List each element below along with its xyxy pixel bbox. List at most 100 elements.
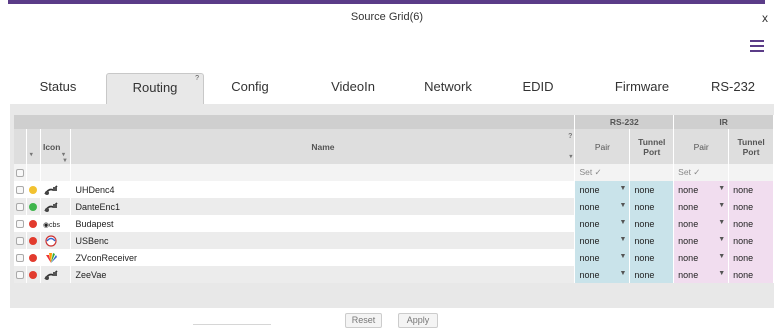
name-help-icon[interactable]: ?	[568, 133, 572, 140]
table-row[interactable]: USBenc none ▼ none none ▼ none	[14, 232, 774, 249]
column-header-row: ▾ Icon ▾ ▼ Name ? ▾ Pair Tunnel Port Pai…	[14, 129, 774, 164]
name-col-label: Name	[311, 141, 335, 152]
chevron-down-icon: ▼	[718, 219, 726, 226]
rs232-tunnel-port[interactable]: none	[629, 215, 675, 232]
rs232-pair-select[interactable]: none ▼	[574, 215, 631, 232]
rs232-pair-header[interactable]: Pair	[574, 129, 631, 164]
help-icon[interactable]: ?	[195, 65, 199, 93]
select-all-checkbox[interactable]	[16, 169, 24, 178]
divider	[193, 324, 271, 329]
table-row[interactable]: ◉cbs Budapest none ▼ none none ▼ none	[14, 215, 774, 232]
table-row[interactable]: DanteEnc1 none ▼ none none ▼ none	[14, 198, 774, 215]
chevron-down-icon: ▼	[718, 236, 726, 243]
rs232-pair-select[interactable]: none ▼	[574, 198, 631, 215]
row-checkbox[interactable]	[16, 271, 24, 280]
ir-pair-value: none	[678, 201, 699, 212]
rs232-group-header: RS-232	[574, 115, 675, 129]
ir-pair-select[interactable]: none ▼	[673, 249, 730, 266]
table-row[interactable]: UHDenc4 none ▼ none none ▼ none	[14, 181, 774, 198]
rs232-pair-select[interactable]: none ▼	[574, 249, 631, 266]
rs232-tunnel-port[interactable]: none	[629, 181, 675, 198]
source-name: Budapest	[70, 215, 576, 232]
status-indicator	[29, 237, 38, 246]
ir-tunnel-port[interactable]: none	[728, 181, 774, 198]
ir-pair-value: none	[678, 269, 699, 280]
chevron-down-icon: ▼	[619, 236, 627, 243]
source-name: ZeeVae	[70, 266, 576, 283]
name-col-header[interactable]: Name ? ▾	[70, 129, 576, 164]
rs232-tunnel-port[interactable]: none	[629, 232, 675, 249]
ir-pair-select[interactable]: none ▼	[673, 198, 730, 215]
ir-pair-select[interactable]: none ▼	[673, 215, 730, 232]
rs232-tunnel-port[interactable]: none	[629, 249, 675, 266]
chevron-down-icon: ▼	[619, 219, 627, 226]
tab-rs232[interactable]: RS-232	[698, 73, 768, 105]
icon-col-label: Icon	[42, 141, 61, 152]
cnn-logo-icon	[43, 234, 59, 247]
ir-tunnel-port[interactable]: none	[728, 198, 774, 215]
rs232-pair-value: none	[579, 201, 600, 212]
table-row[interactable]: ZeeVae none ▼ none none ▼ none	[14, 266, 774, 283]
title-bar: Source Grid(6) x	[0, 4, 774, 28]
source-name: USBenc	[70, 232, 576, 249]
tab-status[interactable]: Status	[28, 73, 88, 105]
status-indicator	[29, 254, 38, 263]
row-checkbox[interactable]	[16, 220, 24, 229]
routing-panel: RS-232 IR ▾ Icon ▾ ▼ Name ? ▾ Pair Tunne…	[10, 104, 774, 308]
rs232-pair-value: none	[579, 269, 600, 280]
rs232-pair-value: none	[579, 184, 600, 195]
row-checkbox[interactable]	[16, 237, 24, 246]
ir-set-button[interactable]: Set ✓	[673, 164, 730, 181]
tab-network[interactable]: Network	[408, 73, 488, 105]
row-checkbox[interactable]	[16, 186, 24, 195]
rs232-set-button[interactable]: Set ✓	[574, 164, 631, 181]
status-indicator	[29, 220, 38, 229]
plug-icon	[43, 184, 59, 195]
row-checkbox[interactable]	[16, 203, 24, 212]
ir-pair-select[interactable]: none ▼	[673, 181, 730, 198]
ir-tunnel-port[interactable]: none	[728, 266, 774, 283]
tab-config[interactable]: Config	[215, 73, 285, 105]
cbs-logo-icon: ◉cbs	[42, 221, 60, 229]
ir-pair-value: none	[678, 252, 699, 263]
status-col-header[interactable]: ▾	[26, 129, 41, 164]
tab-routing-label: Routing	[132, 80, 178, 95]
ir-tunnel-port[interactable]: none	[728, 249, 774, 266]
rs232-pair-value: none	[579, 235, 600, 246]
plug-icon	[43, 269, 59, 280]
chevron-down-icon: ▼	[718, 202, 726, 209]
rs232-tunnel-port[interactable]: none	[629, 266, 675, 283]
tab-firmware[interactable]: Firmware	[602, 73, 682, 105]
select-col-header	[14, 129, 27, 164]
source-name: DanteEnc1	[70, 198, 576, 215]
tab-videoin[interactable]: VideoIn	[313, 73, 393, 105]
status-indicator	[29, 186, 38, 195]
row-checkbox[interactable]	[16, 254, 24, 263]
ir-pair-select[interactable]: none ▼	[673, 232, 730, 249]
status-indicator	[29, 203, 38, 212]
rs232-tunnel-header[interactable]: Tunnel Port	[629, 129, 675, 164]
rs232-pair-select[interactable]: none ▼	[574, 266, 631, 283]
table-row[interactable]: ZVconReceiver none ▼ none none ▼ none	[14, 249, 774, 266]
chevron-down-icon: ▼	[718, 253, 726, 260]
ir-tunnel-port[interactable]: none	[728, 215, 774, 232]
icon-col-header[interactable]: Icon ▾ ▼	[40, 129, 72, 164]
rs232-pair-select[interactable]: none ▼	[574, 181, 631, 198]
chevron-down-icon: ▼	[718, 185, 726, 192]
plug-icon	[43, 201, 59, 212]
tab-edid[interactable]: EDID	[508, 73, 568, 105]
rs232-tunnel-port[interactable]: none	[629, 198, 675, 215]
window-title: Source Grid(6)	[350, 11, 424, 23]
ir-pair-header[interactable]: Pair	[673, 129, 730, 164]
tab-routing[interactable]: Routing ?	[106, 73, 204, 105]
ir-tunnel-header[interactable]: Tunnel Port	[728, 129, 774, 164]
chevron-down-icon: ▼	[718, 270, 726, 277]
hamburger-icon[interactable]	[750, 40, 764, 52]
close-icon[interactable]: x	[762, 11, 768, 25]
group-header-row: RS-232 IR	[14, 115, 774, 129]
ir-pair-select[interactable]: none ▼	[673, 266, 730, 283]
apply-button[interactable]: Apply	[398, 313, 438, 328]
ir-tunnel-port[interactable]: none	[728, 232, 774, 249]
rs232-pair-select[interactable]: none ▼	[574, 232, 631, 249]
reset-button[interactable]: Reset	[345, 313, 382, 328]
